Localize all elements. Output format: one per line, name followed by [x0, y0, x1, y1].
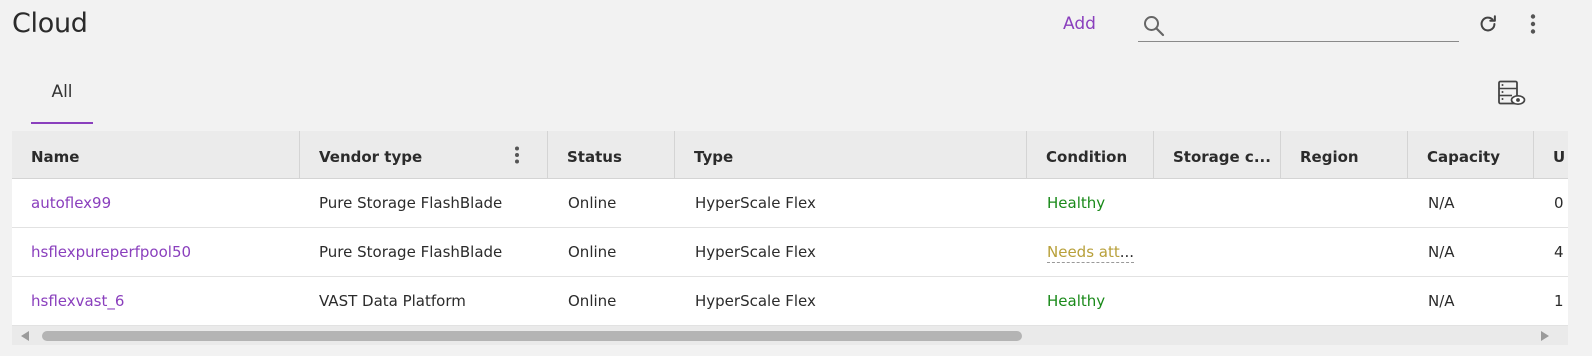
row-u: 4: [1554, 243, 1564, 261]
row-capacity: N/A: [1428, 243, 1455, 261]
row-u: 1: [1554, 292, 1564, 310]
scroll-right-icon[interactable]: [1540, 330, 1550, 342]
horizontal-scrollbar[interactable]: [12, 326, 1568, 345]
row-condition: Healthy: [1047, 194, 1106, 212]
column-menu-icon[interactable]: [513, 146, 521, 164]
column-header-capacity[interactable]: Capacity: [1408, 131, 1534, 178]
table-header: Name Vendor type Status Type Condition S…: [12, 131, 1568, 179]
scroll-left-icon[interactable]: [20, 330, 30, 342]
row-vendor-type: Pure Storage FlashBlade: [319, 243, 503, 261]
search-input[interactable]: [1174, 12, 1458, 38]
table-row[interactable]: hsflexvast_6 VAST Data Platform Online H…: [12, 277, 1568, 326]
ellipsis: ...: [1119, 243, 1135, 261]
row-condition: Healthy: [1047, 292, 1106, 310]
page-title: Cloud: [12, 8, 88, 39]
column-header-condition[interactable]: Condition: [1027, 131, 1154, 178]
row-capacity: N/A: [1428, 194, 1455, 212]
row-u: 0: [1554, 194, 1564, 212]
row-name-link[interactable]: hsflexpureperfpool50: [31, 243, 191, 261]
column-header-region[interactable]: Region: [1281, 131, 1408, 178]
column-header-vendor-type[interactable]: Vendor type: [300, 131, 548, 178]
row-type: HyperScale Flex: [695, 243, 816, 261]
column-header-u[interactable]: U: [1534, 131, 1568, 178]
add-button[interactable]: Add: [1063, 14, 1096, 34]
row-capacity: N/A: [1428, 292, 1455, 310]
column-header-name[interactable]: Name: [12, 131, 300, 178]
row-status: Online: [568, 292, 617, 310]
data-table: Name Vendor type Status Type Condition S…: [12, 131, 1568, 345]
row-vendor-type: Pure Storage FlashBlade: [319, 194, 503, 212]
column-header-type[interactable]: Type: [675, 131, 1027, 178]
row-status: Online: [568, 194, 617, 212]
search-icon: [1144, 16, 1165, 37]
row-status: Online: [568, 243, 617, 261]
row-name-link[interactable]: autoflex99: [31, 194, 111, 212]
table-row[interactable]: hsflexpureperfpool50 Pure Storage FlashB…: [12, 228, 1568, 277]
table-row[interactable]: autoflex99 Pure Storage FlashBlade Onlin…: [12, 179, 1568, 228]
scrollbar-thumb[interactable]: [42, 331, 1022, 341]
more-vertical-icon[interactable]: [1522, 13, 1544, 35]
column-header-status[interactable]: Status: [548, 131, 675, 178]
row-condition: Needs att: [1047, 243, 1120, 261]
column-view-icon[interactable]: [1496, 80, 1526, 108]
tab-all[interactable]: All: [31, 70, 93, 124]
tab-all-label: All: [51, 82, 73, 102]
row-condition-tooltip[interactable]: Needs att...: [1047, 243, 1135, 263]
refresh-icon[interactable]: [1477, 13, 1499, 35]
row-type: HyperScale Flex: [695, 292, 816, 310]
row-type: HyperScale Flex: [695, 194, 816, 212]
row-vendor-type: VAST Data Platform: [319, 292, 466, 310]
column-header-storage[interactable]: Storage c...: [1154, 131, 1281, 178]
row-name-link[interactable]: hsflexvast_6: [31, 292, 124, 310]
search-box: [1138, 8, 1459, 42]
